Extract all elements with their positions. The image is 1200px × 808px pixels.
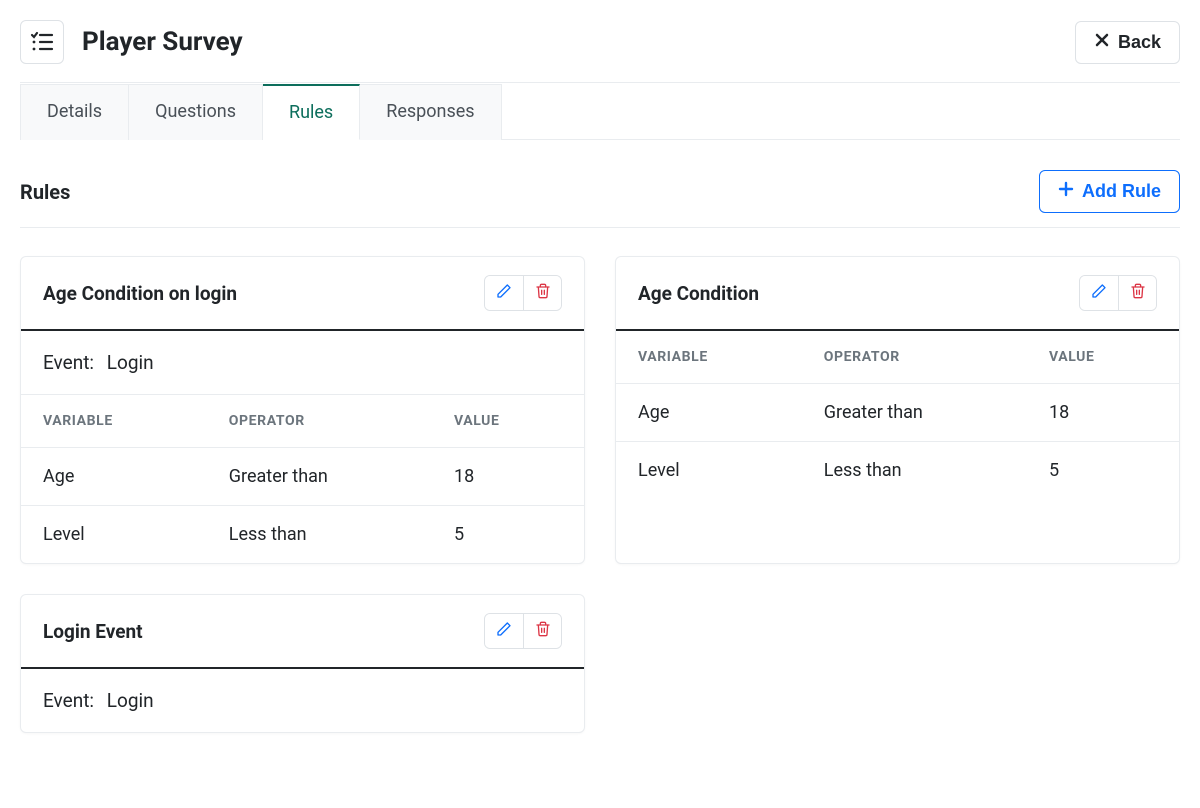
plus-icon bbox=[1058, 181, 1074, 202]
trash-icon bbox=[535, 283, 551, 303]
tab-label: Details bbox=[47, 101, 102, 122]
tab-label: Questions bbox=[155, 101, 236, 122]
edit-rule-button[interactable] bbox=[485, 276, 523, 310]
col-operator: OPERATOR bbox=[802, 331, 1027, 384]
close-icon bbox=[1094, 32, 1110, 53]
tabs: Details Questions Rules Responses bbox=[20, 83, 1180, 140]
event-value: Login bbox=[107, 351, 154, 374]
cond-value: 18 bbox=[1027, 384, 1179, 442]
cond-operator: Greater than bbox=[802, 384, 1027, 442]
cond-variable: Age bbox=[21, 448, 207, 506]
event-label: Event: bbox=[43, 689, 94, 712]
delete-rule-button[interactable] bbox=[523, 614, 561, 648]
rule-title: Age Condition on login bbox=[43, 282, 237, 305]
rule-event: Event: Login bbox=[21, 331, 584, 395]
condition-row: Age Greater than 18 bbox=[21, 448, 584, 506]
tab-questions[interactable]: Questions bbox=[129, 84, 263, 140]
rule-actions bbox=[1079, 275, 1157, 311]
col-value: VALUE bbox=[1027, 331, 1179, 384]
event-label: Event: bbox=[43, 351, 94, 374]
page-title: Player Survey bbox=[82, 27, 243, 57]
event-value: Login bbox=[107, 689, 154, 712]
edit-rule-button[interactable] bbox=[1080, 276, 1118, 310]
rule-card: Login Event bbox=[20, 594, 585, 733]
list-check-icon bbox=[20, 20, 64, 64]
cond-operator: Greater than bbox=[207, 448, 432, 506]
cond-value: 5 bbox=[1027, 442, 1179, 500]
rule-event: Event: Login bbox=[21, 669, 584, 732]
col-value: VALUE bbox=[432, 395, 584, 448]
col-operator: OPERATOR bbox=[207, 395, 432, 448]
rule-card: Age Condition on login bbox=[20, 256, 585, 564]
rule-title: Age Condition bbox=[638, 282, 759, 305]
rule-title: Login Event bbox=[43, 620, 143, 643]
cond-variable: Level bbox=[616, 442, 802, 500]
back-button[interactable]: Back bbox=[1075, 21, 1180, 64]
section-title: Rules bbox=[20, 180, 70, 204]
pencil-icon bbox=[496, 621, 512, 641]
condition-row: Level Less than 5 bbox=[21, 506, 584, 564]
delete-rule-button[interactable] bbox=[1118, 276, 1156, 310]
cond-value: 5 bbox=[432, 506, 584, 564]
rule-actions bbox=[484, 275, 562, 311]
rule-actions bbox=[484, 613, 562, 649]
rules-section-header: Rules Add Rule bbox=[20, 140, 1180, 228]
cond-operator: Less than bbox=[802, 442, 1027, 500]
conditions-table: VARIABLE OPERATOR VALUE Age Greater than… bbox=[616, 331, 1179, 499]
cond-operator: Less than bbox=[207, 506, 432, 564]
add-rule-label: Add Rule bbox=[1082, 181, 1161, 202]
tab-label: Responses bbox=[386, 101, 474, 122]
conditions-table: VARIABLE OPERATOR VALUE Age Greater than… bbox=[21, 395, 584, 563]
condition-row: Level Less than 5 bbox=[616, 442, 1179, 500]
tab-details[interactable]: Details bbox=[20, 84, 129, 140]
tab-rules[interactable]: Rules bbox=[263, 84, 360, 140]
add-rule-button[interactable]: Add Rule bbox=[1039, 170, 1180, 213]
condition-row: Age Greater than 18 bbox=[616, 384, 1179, 442]
cond-value: 18 bbox=[432, 448, 584, 506]
tab-label: Rules bbox=[289, 102, 333, 123]
page-header: Player Survey Back bbox=[20, 20, 1180, 83]
rules-cards: Age Condition on login bbox=[20, 256, 1180, 733]
pencil-icon bbox=[1091, 283, 1107, 303]
rule-card: Age Condition bbox=[615, 256, 1180, 564]
delete-rule-button[interactable] bbox=[523, 276, 561, 310]
cond-variable: Level bbox=[21, 506, 207, 564]
back-button-label: Back bbox=[1118, 32, 1161, 53]
edit-rule-button[interactable] bbox=[485, 614, 523, 648]
trash-icon bbox=[1130, 283, 1146, 303]
trash-icon bbox=[535, 621, 551, 641]
cond-variable: Age bbox=[616, 384, 802, 442]
col-variable: VARIABLE bbox=[616, 331, 802, 384]
tab-responses[interactable]: Responses bbox=[360, 84, 501, 140]
pencil-icon bbox=[496, 283, 512, 303]
col-variable: VARIABLE bbox=[21, 395, 207, 448]
